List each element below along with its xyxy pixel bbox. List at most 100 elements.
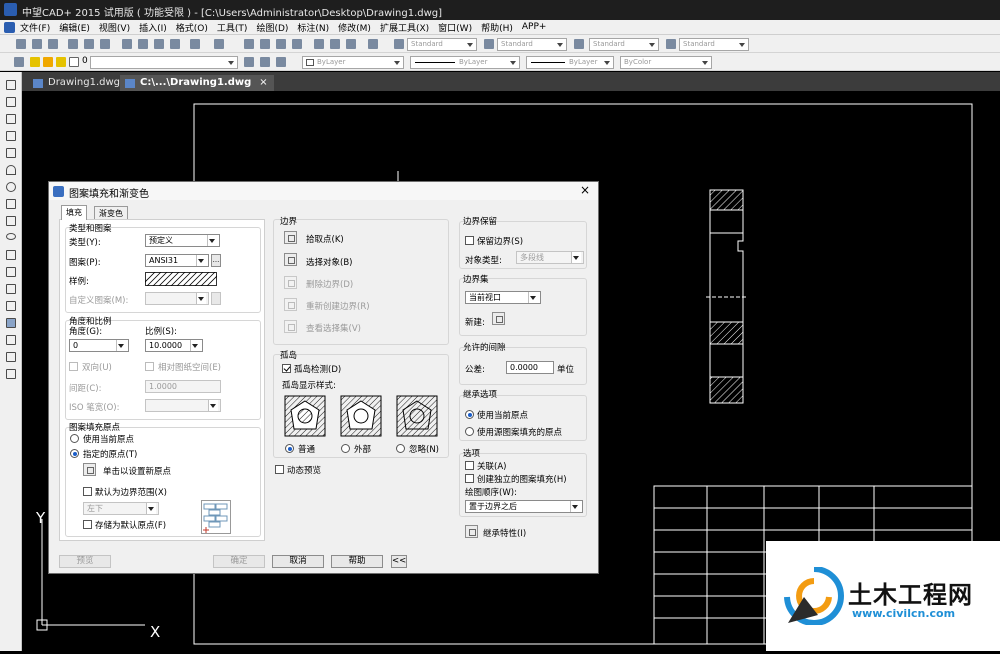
pick-points-icon[interactable]	[284, 231, 297, 244]
dynamic-preview-checkbox[interactable]	[275, 465, 284, 474]
lineweight-select[interactable]: ByLayer	[526, 56, 614, 69]
table-style-select[interactable]: Standard	[589, 38, 659, 51]
island-ignore-radio[interactable]	[396, 444, 405, 453]
close-tab-icon[interactable]: ×	[259, 77, 267, 88]
text-style-select[interactable]: Standard	[407, 38, 477, 51]
layer-unlock-icon[interactable]	[56, 57, 66, 67]
layer-manager-icon[interactable]	[14, 57, 24, 67]
select-objects-label[interactable]: 选择对象(B)	[306, 256, 352, 268]
pattern-select[interactable]: ANSI31	[145, 254, 209, 267]
inherit-properties-icon[interactable]	[465, 525, 478, 538]
properties-icon[interactable]	[314, 39, 324, 49]
menu-help[interactable]: 帮助(H)	[481, 21, 513, 34]
document-tab-drawing1[interactable]: Drawing1.dwg	[28, 75, 126, 91]
pick-points-label[interactable]: 拾取点(K)	[306, 233, 344, 245]
polyline-icon[interactable]	[6, 114, 16, 124]
zoom-previous-icon[interactable]	[292, 39, 302, 49]
dialog-title-bar[interactable]: 图案填充和渐变色 ×	[49, 182, 598, 200]
multileader-style-select[interactable]: Standard	[679, 38, 749, 51]
default-boundary-checkbox[interactable]	[83, 487, 92, 496]
menu-dimension[interactable]: 标注(N)	[297, 21, 329, 34]
insert-block-icon[interactable]	[6, 267, 16, 277]
inherit-current-origin-radio[interactable]	[465, 410, 474, 419]
angle-select[interactable]: 0	[69, 339, 129, 352]
menu-app-plus[interactable]: APP+	[522, 22, 547, 32]
double-checkbox[interactable]	[69, 362, 78, 371]
save-icon[interactable]	[48, 39, 58, 49]
menu-view[interactable]: 视图(V)	[99, 21, 130, 34]
select-objects-icon[interactable]	[284, 253, 297, 266]
pan-icon[interactable]	[244, 39, 254, 49]
pattern-browse-button[interactable]: ...	[211, 254, 221, 267]
island-normal-radio[interactable]	[285, 444, 294, 453]
revision-cloud-icon[interactable]	[6, 199, 16, 209]
tool-palette-icon[interactable]	[346, 39, 356, 49]
open-file-icon[interactable]	[32, 39, 42, 49]
copy-icon[interactable]	[138, 39, 148, 49]
layer-previous-icon[interactable]	[260, 57, 270, 67]
tab-gradient[interactable]: 渐变色	[94, 206, 128, 219]
print-preview-icon[interactable]	[84, 39, 94, 49]
layer-thaw-icon[interactable]	[43, 57, 53, 67]
color-select[interactable]: ByLayer	[302, 56, 404, 69]
publish-icon[interactable]	[100, 39, 110, 49]
zoom-window-icon[interactable]	[276, 39, 286, 49]
arc-icon[interactable]	[6, 165, 16, 175]
linetype-select[interactable]: ByLayer	[410, 56, 520, 69]
redo-icon[interactable]	[214, 39, 224, 49]
line-icon[interactable]	[6, 80, 16, 90]
relative-paper-checkbox[interactable]	[145, 362, 154, 371]
dim-style-select[interactable]: Standard	[497, 38, 567, 51]
polygon-icon[interactable]	[6, 131, 16, 141]
collapse-button[interactable]: <<	[391, 555, 407, 568]
scale-select[interactable]: 10.0000	[145, 339, 203, 352]
cut-icon[interactable]	[122, 39, 132, 49]
island-detect-checkbox[interactable]	[282, 364, 291, 373]
island-ignore-preview[interactable]	[396, 395, 438, 437]
menu-format[interactable]: 格式(O)	[176, 21, 208, 34]
menu-modify[interactable]: 修改(M)	[338, 21, 371, 34]
hatch-icon[interactable]	[6, 318, 16, 328]
image-icon[interactable]	[6, 369, 16, 379]
print-icon[interactable]	[68, 39, 78, 49]
undo-icon[interactable]	[190, 39, 200, 49]
menu-app-icon[interactable]	[4, 22, 15, 33]
circle-icon[interactable]	[6, 182, 16, 192]
region-icon[interactable]	[6, 335, 16, 345]
retain-boundary-checkbox[interactable]	[465, 236, 474, 245]
make-block-icon[interactable]	[6, 284, 16, 294]
menu-edit[interactable]: 编辑(E)	[59, 21, 90, 34]
pattern-swatch[interactable]	[145, 272, 217, 286]
origin-current-radio[interactable]	[70, 434, 79, 443]
help-icon[interactable]	[368, 39, 378, 49]
menu-insert[interactable]: 插入(I)	[139, 21, 167, 34]
island-outer-radio[interactable]	[341, 444, 350, 453]
associative-checkbox[interactable]	[465, 461, 474, 470]
layer-select[interactable]	[90, 56, 238, 69]
tab-hatch[interactable]: 填充	[61, 205, 87, 220]
make-current-layer-icon[interactable]	[244, 57, 254, 67]
tolerance-input[interactable]: 0.0000	[506, 361, 554, 374]
ray-icon[interactable]	[6, 97, 16, 107]
menu-window[interactable]: 窗口(W)	[438, 21, 472, 34]
dialog-close-icon[interactable]: ×	[580, 183, 590, 197]
layer-on-icon[interactable]	[30, 57, 40, 67]
menu-draw[interactable]: 绘图(D)	[256, 21, 288, 34]
rectangle-icon[interactable]	[6, 148, 16, 158]
spline-icon[interactable]	[6, 216, 16, 226]
inherit-source-origin-radio[interactable]	[465, 427, 474, 436]
draw-order-select[interactable]: 置于边界之后	[465, 500, 583, 513]
inherit-properties-label[interactable]: 继承特性(I)	[483, 527, 526, 539]
boundary-set-select[interactable]: 当前视口	[465, 291, 541, 304]
design-center-icon[interactable]	[330, 39, 340, 49]
store-origin-checkbox[interactable]	[83, 520, 92, 529]
new-file-icon[interactable]	[16, 39, 26, 49]
type-select[interactable]: 预定义	[145, 234, 220, 247]
set-origin-icon[interactable]	[83, 463, 96, 476]
island-outer-preview[interactable]	[340, 395, 382, 437]
origin-specified-radio[interactable]	[70, 449, 79, 458]
help-button[interactable]: 帮助	[331, 555, 383, 568]
document-tab-drawing1-path[interactable]: C:\...\Drawing1.dwg ×	[120, 75, 274, 91]
plot-style-select[interactable]: ByColor	[620, 56, 712, 69]
separate-hatches-checkbox[interactable]	[465, 474, 474, 483]
